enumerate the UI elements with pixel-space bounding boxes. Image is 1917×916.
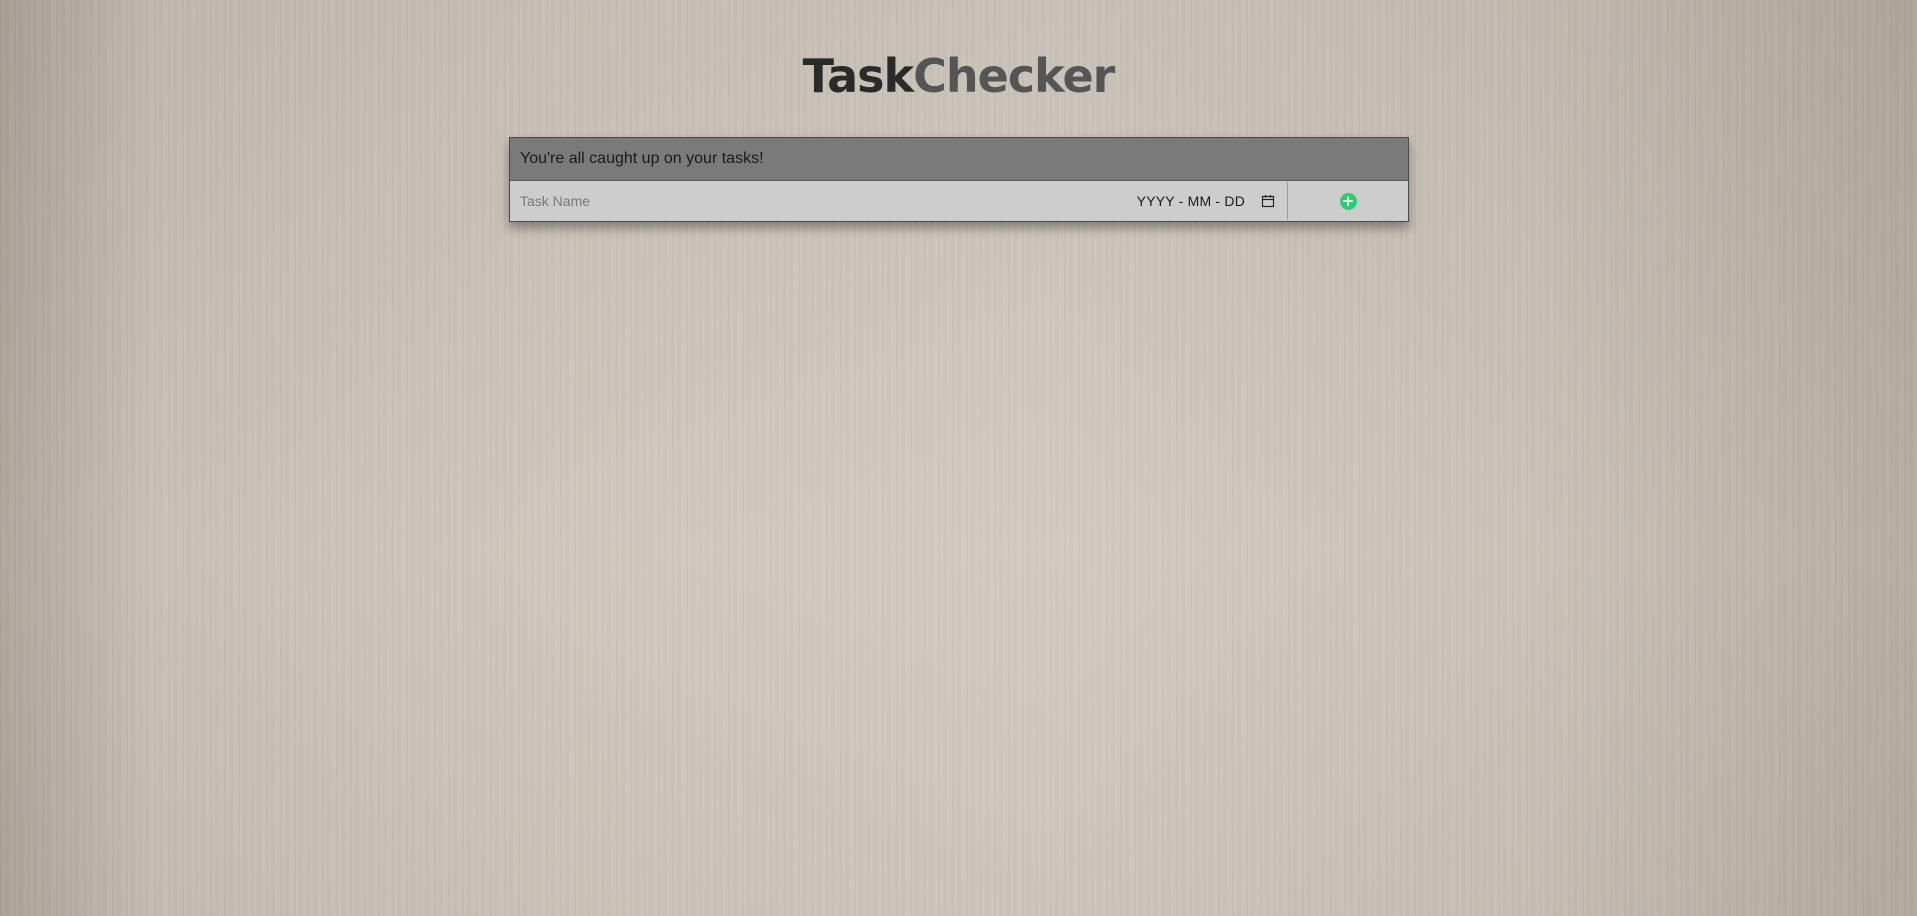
plus-circle-icon: +: [1341, 191, 1355, 210]
task-name-input[interactable]: [510, 181, 1137, 221]
add-task-button[interactable]: +: [1339, 191, 1357, 210]
app-title-task: Task: [802, 49, 914, 103]
due-date-input[interactable]: YYYY - MM - DD: [1137, 181, 1287, 221]
app-title: TaskChecker: [0, 46, 1917, 106]
app-title-checker: Checker: [913, 49, 1115, 103]
add-task-cell: +: [1288, 181, 1408, 221]
status-message: You're all caught up on your tasks!: [510, 138, 1408, 181]
page-background: { "app": { "title_part1": "Task", "title…: [0, 0, 1917, 916]
new-task-row: YYYY - MM - DD +: [510, 181, 1408, 221]
due-date-placeholder: YYYY - MM - DD: [1136, 193, 1245, 209]
task-panel: You're all caught up on your tasks! YYYY…: [509, 137, 1409, 222]
calendar-icon[interactable]: [1261, 194, 1275, 208]
